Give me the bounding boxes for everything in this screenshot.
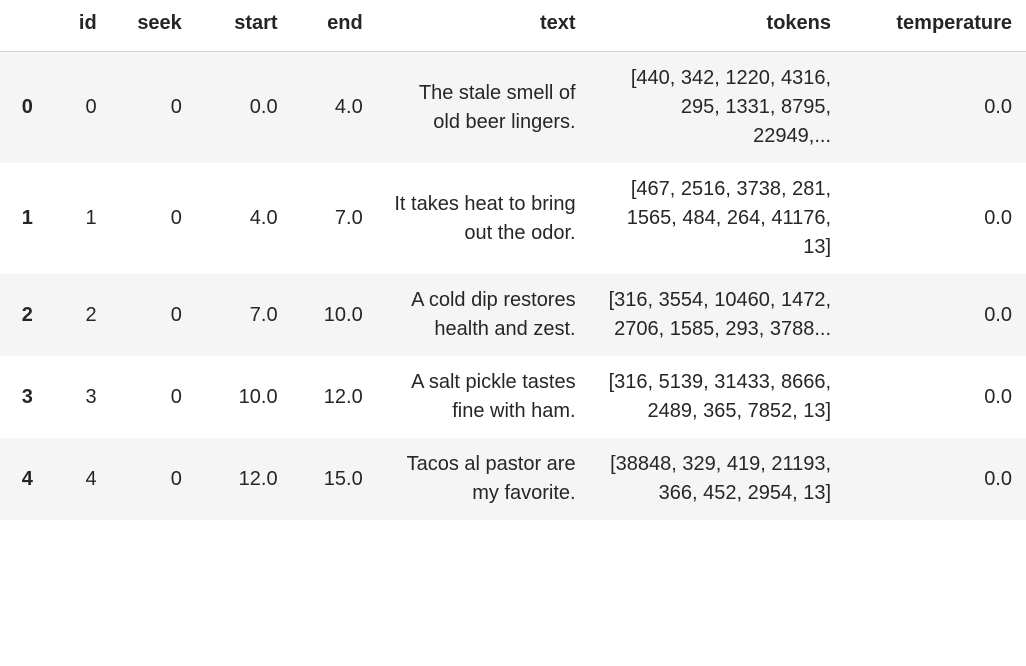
row-index: 3 xyxy=(0,356,47,438)
cell-seek: 0 xyxy=(111,52,196,164)
col-header-end: end xyxy=(292,0,377,52)
row-index: 0 xyxy=(0,52,47,164)
cell-start: 12.0 xyxy=(196,438,292,520)
row-index: 4 xyxy=(0,438,47,520)
cell-text: A salt pickle tastes fine with ham. xyxy=(377,356,590,438)
col-header-text: text xyxy=(377,0,590,52)
cell-temperature: 0.0 xyxy=(845,52,1026,164)
cell-temperature: 0.0 xyxy=(845,438,1026,520)
col-header-id: id xyxy=(47,0,111,52)
cell-temperature: 0.0 xyxy=(845,163,1026,274)
cell-start: 4.0 xyxy=(196,163,292,274)
cell-seek: 0 xyxy=(111,438,196,520)
cell-seek: 0 xyxy=(111,356,196,438)
col-header-seek: seek xyxy=(111,0,196,52)
cell-temperature: 0.0 xyxy=(845,356,1026,438)
table-row: 0 0 0 0.0 4.0 The stale smell of old bee… xyxy=(0,52,1026,164)
col-header-index xyxy=(0,0,47,52)
cell-end: 4.0 xyxy=(292,52,377,164)
cell-tokens: [467, 2516, 3738, 281, 1565, 484, 264, 4… xyxy=(590,163,845,274)
table-row: 3 3 0 10.0 12.0 A salt pickle tastes fin… xyxy=(0,356,1026,438)
cell-end: 15.0 xyxy=(292,438,377,520)
cell-text: It takes heat to bring out the odor. xyxy=(377,163,590,274)
col-header-tokens: tokens xyxy=(590,0,845,52)
cell-seek: 0 xyxy=(111,274,196,356)
cell-tokens: [316, 3554, 10460, 1472, 2706, 1585, 293… xyxy=(590,274,845,356)
col-header-temperature: temperature xyxy=(845,0,1026,52)
cell-text: Tacos al pastor are my favorite. xyxy=(377,438,590,520)
cell-tokens: [440, 342, 1220, 4316, 295, 1331, 8795, … xyxy=(590,52,845,164)
table-body: 0 0 0 0.0 4.0 The stale smell of old bee… xyxy=(0,52,1026,521)
cell-id: 3 xyxy=(47,356,111,438)
table-header: id seek start end text tokens temperatur… xyxy=(0,0,1026,52)
cell-seek: 0 xyxy=(111,163,196,274)
row-index: 2 xyxy=(0,274,47,356)
table-row: 4 4 0 12.0 15.0 Tacos al pastor are my f… xyxy=(0,438,1026,520)
table-row: 1 1 0 4.0 7.0 It takes heat to bring out… xyxy=(0,163,1026,274)
cell-end: 7.0 xyxy=(292,163,377,274)
col-header-start: start xyxy=(196,0,292,52)
cell-text: A cold dip restores health and zest. xyxy=(377,274,590,356)
row-index: 1 xyxy=(0,163,47,274)
cell-tokens: [316, 5139, 31433, 8666, 2489, 365, 7852… xyxy=(590,356,845,438)
cell-temperature: 0.0 xyxy=(845,274,1026,356)
cell-id: 0 xyxy=(47,52,111,164)
cell-tokens: [38848, 329, 419, 21193, 366, 452, 2954,… xyxy=(590,438,845,520)
cell-start: 0.0 xyxy=(196,52,292,164)
cell-start: 7.0 xyxy=(196,274,292,356)
dataframe-table: id seek start end text tokens temperatur… xyxy=(0,0,1026,520)
table-row: 2 2 0 7.0 10.0 A cold dip restores healt… xyxy=(0,274,1026,356)
cell-start: 10.0 xyxy=(196,356,292,438)
cell-id: 1 xyxy=(47,163,111,274)
cell-id: 2 xyxy=(47,274,111,356)
cell-end: 12.0 xyxy=(292,356,377,438)
cell-id: 4 xyxy=(47,438,111,520)
cell-end: 10.0 xyxy=(292,274,377,356)
cell-text: The stale smell of old beer lingers. xyxy=(377,52,590,164)
